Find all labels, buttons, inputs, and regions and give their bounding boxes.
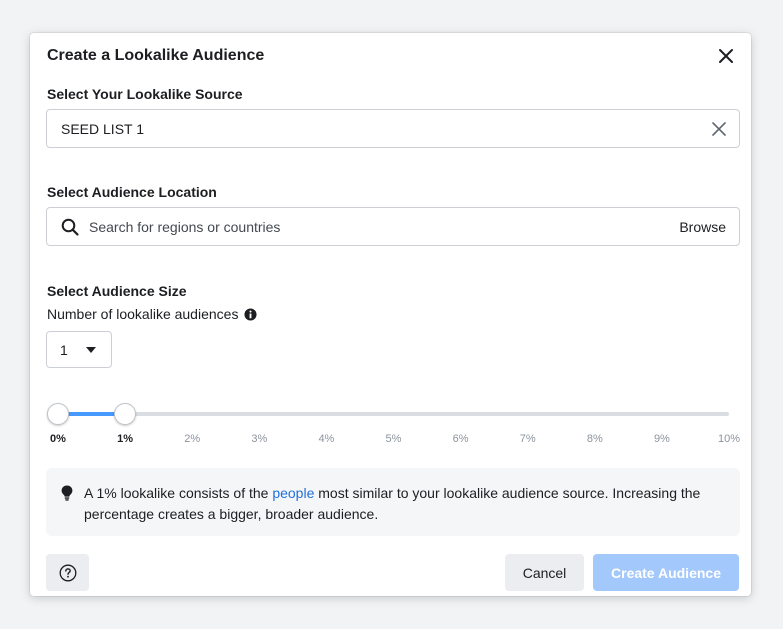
close-icon[interactable]	[718, 48, 734, 64]
create-audience-button[interactable]: Create Audience	[593, 554, 739, 591]
clear-source-button[interactable]	[709, 119, 729, 139]
location-field: Browse	[46, 207, 740, 246]
slider-tick-label: 4%	[318, 433, 335, 445]
search-icon	[61, 218, 79, 236]
source-label: Select Your Lookalike Source	[47, 86, 243, 102]
audience-count-dropdown[interactable]: 1	[46, 331, 112, 368]
slider-tick-label: 10%	[717, 433, 741, 445]
tip-text-start: A 1% lookalike consists of the	[84, 485, 273, 501]
audience-count-label: Number of lookalike audiences	[47, 306, 239, 322]
size-label: Select Audience Size	[47, 283, 187, 299]
clear-icon[interactable]	[712, 122, 726, 136]
tip-text: A 1% lookalike consists of the people mo…	[84, 483, 724, 525]
slider-tick-label: 5%	[385, 433, 402, 445]
slider-tick-label: 9%	[653, 433, 670, 445]
source-field[interactable]: SEED LIST 1	[46, 109, 740, 148]
cancel-button[interactable]: Cancel	[505, 554, 584, 591]
slider-tick-label: 8%	[586, 433, 603, 445]
slider-tick-label: 0%	[50, 433, 66, 445]
slider-tick-label: 1%	[117, 433, 134, 445]
help-button[interactable]	[46, 554, 89, 591]
source-value: SEED LIST 1	[61, 121, 145, 137]
location-search-input[interactable]	[89, 216, 609, 238]
audience-count-label-row: Number of lookalike audiences	[47, 306, 257, 322]
audience-count-value: 1	[60, 342, 68, 358]
location-label: Select Audience Location	[47, 184, 217, 200]
tip-box: A 1% lookalike consists of the people mo…	[46, 468, 740, 536]
size-slider-end-handle[interactable]	[114, 403, 137, 425]
slider-tick-label: 2%	[184, 433, 201, 445]
slider-tick-label: 7%	[519, 433, 536, 445]
size-slider-start-handle[interactable]	[47, 403, 69, 425]
browse-button[interactable]: Browse	[679, 219, 726, 235]
caret-down-icon	[86, 347, 96, 353]
help-icon	[59, 564, 76, 581]
size-slider-track[interactable]	[58, 412, 729, 416]
dialog-title: Create a Lookalike Audience	[47, 47, 265, 64]
info-icon[interactable]	[244, 307, 257, 321]
slider-tick-label: 6%	[452, 433, 469, 445]
people-link[interactable]: people	[272, 485, 314, 501]
close-button[interactable]	[714, 44, 738, 68]
slider-tick-label: 3%	[251, 433, 268, 445]
lightbulb-icon	[61, 485, 73, 501]
lookalike-dialog: Create a Lookalike Audience Select Your …	[30, 33, 751, 596]
